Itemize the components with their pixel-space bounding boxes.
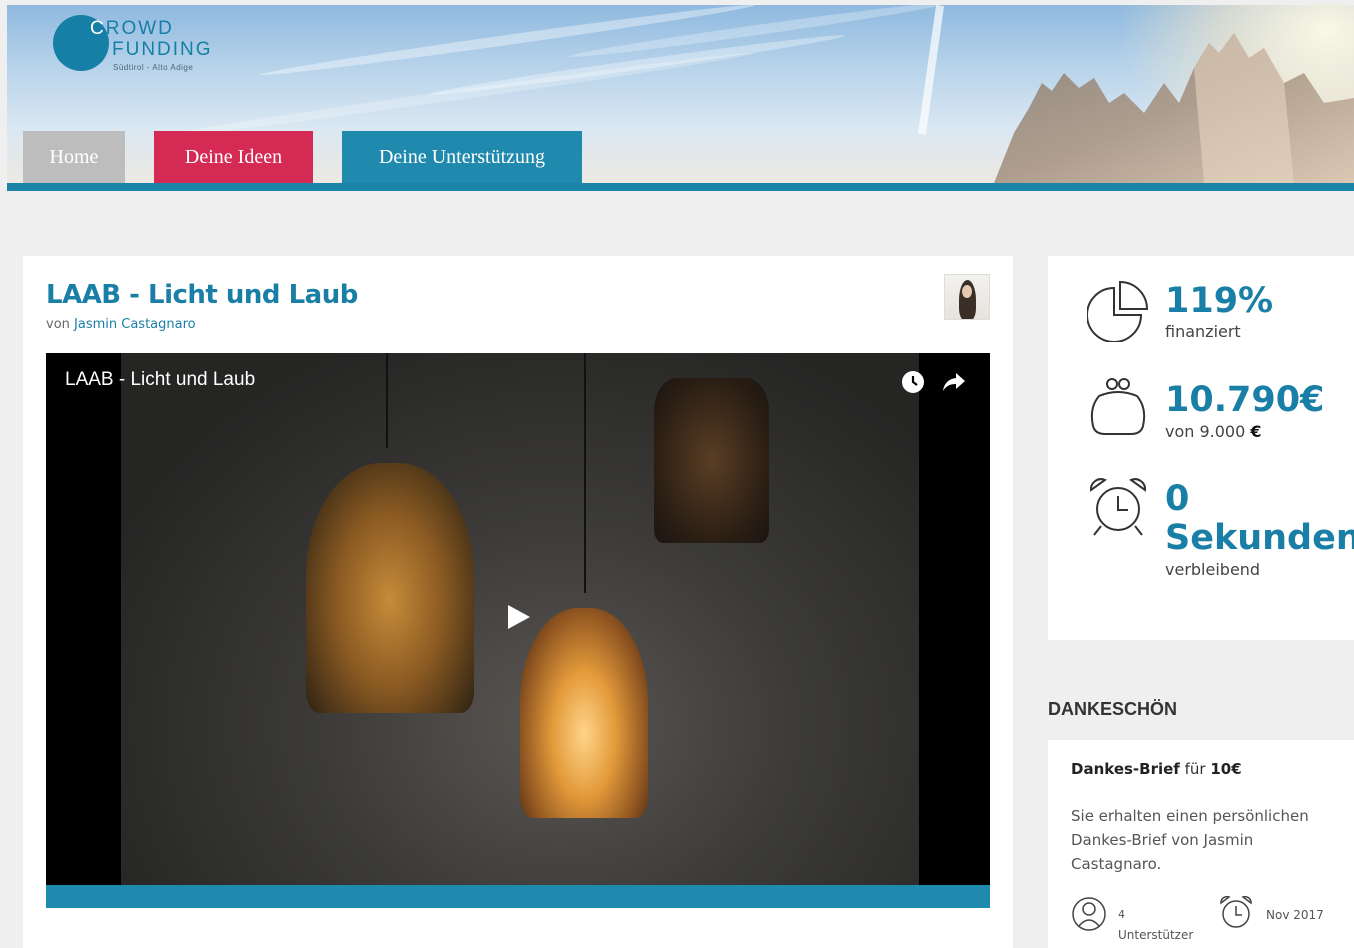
mountain-image [994, 33, 1354, 183]
alarm-clock-icon [1089, 478, 1147, 536]
pie-chart-icon [1087, 280, 1149, 342]
lamp-cord [386, 353, 388, 448]
video-title[interactable]: LAAB - Licht und Laub [65, 369, 255, 391]
avatar-face [962, 285, 972, 298]
user-icon [1072, 897, 1106, 931]
header-divider [7, 183, 1354, 191]
reward-card[interactable]: Dankes-Brief für 10€ Sie erhalten einen … [1048, 740, 1354, 948]
reward-price: 10€ [1210, 760, 1242, 778]
reward-for: für [1184, 760, 1206, 778]
project-byline: von Jasmin Castagnaro [46, 317, 196, 332]
nav-home[interactable]: Home [23, 131, 125, 183]
video-progress-bar[interactable] [46, 885, 990, 908]
goal-prefix: von 9.000 [1165, 422, 1246, 441]
lamp-bright [520, 608, 648, 818]
site-logo[interactable]: CROWD FUNDING Südtirol - Alto Adige [53, 15, 253, 75]
goal-amount: von 9.000 € [1165, 422, 1262, 441]
rewards-heading: DANKESCHÖN [1048, 699, 1178, 719]
share-icon[interactable] [941, 369, 967, 395]
reward-name: Dankes-Brief [1071, 760, 1180, 778]
lamp-large [306, 463, 474, 713]
author-avatar[interactable] [944, 274, 990, 320]
logo-line-1: CROWD [90, 18, 174, 39]
logo-tagline: Südtirol - Alto Adige [113, 63, 194, 72]
reward-date: Nov 2017 [1266, 908, 1324, 922]
byline-prefix: von [46, 317, 70, 332]
time-remaining-unit: Sekunden [1165, 518, 1354, 558]
contrail [917, 5, 945, 135]
watch-later-icon[interactable] [900, 369, 926, 395]
video-player[interactable]: LAAB - Licht und Laub [46, 353, 990, 885]
reward-title: Dankes-Brief für 10€ [1071, 760, 1242, 778]
time-remaining-label: verbleibend [1165, 560, 1261, 579]
piggy-bank-icon [1090, 378, 1146, 435]
project-card: LAAB - Licht und Laub von Jasmin Castagn… [23, 256, 1013, 948]
supporters-label: Unterstützer [1118, 928, 1194, 942]
alarm-clock-icon [1220, 895, 1252, 928]
page: CROWD FUNDING Südtirol - Alto Adige Home… [0, 0, 1354, 948]
logo-line-2: FUNDING [112, 39, 213, 60]
lamp-cord [584, 353, 586, 593]
lamp-dark [654, 378, 769, 543]
play-icon[interactable] [508, 605, 530, 629]
funded-percent: 119% [1165, 281, 1274, 321]
nav-support[interactable]: Deine Unterstützung [342, 131, 582, 183]
stats-card: 119% finanziert 10.790€ von 9.000 € 0 Se… [1048, 256, 1354, 640]
funded-amount: 10.790€ [1165, 380, 1325, 420]
goal-currency: € [1250, 422, 1262, 441]
supporters-count: 4 [1118, 908, 1125, 921]
funded-label: finanziert [1165, 322, 1241, 341]
author-link[interactable]: Jasmin Castagnaro [74, 317, 196, 332]
cloud-streak [568, 5, 946, 62]
reward-description: Sie erhalten einen persönlichen Dankes-B… [1071, 807, 1309, 873]
nav-ideas[interactable]: Deine Ideen [154, 131, 313, 183]
time-remaining-value: 0 [1165, 479, 1190, 519]
project-title: LAAB - Licht und Laub [46, 280, 358, 310]
